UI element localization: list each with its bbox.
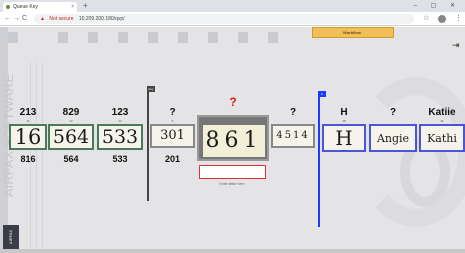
field-index: 48 (342, 119, 346, 123)
field-cell[interactable]: H 48 H (322, 107, 366, 167)
field-index: 13 (118, 119, 122, 123)
current-answer: ? (229, 95, 237, 109)
field-image[interactable]: 301 (150, 124, 195, 148)
browser-tab-bar: Queue Key × + – ▢ ✕ (0, 0, 465, 12)
header-strip (178, 32, 188, 43)
header-strip (238, 32, 248, 43)
field-cell[interactable]: ? Angie (369, 107, 417, 167)
field-bottom-value: 533 (112, 154, 128, 164)
workflow-label: Workflow (343, 30, 361, 35)
header-strip (208, 32, 218, 43)
back-icon[interactable]: ← (4, 14, 11, 24)
field-cell[interactable]: ? 5 301 201 (150, 107, 195, 167)
field-image[interactable]: H (322, 124, 366, 152)
field-bottom-value: 816 (20, 154, 36, 164)
answer-input[interactable] (199, 165, 266, 179)
right-divider-tag: A (318, 91, 326, 97)
field-top-value: 213 (19, 107, 37, 118)
profile-avatar[interactable] (438, 15, 446, 23)
field-cell[interactable]: 123 13 533 533 (97, 107, 143, 167)
warning-icon: ▲ (40, 16, 45, 22)
browser-toolbar: ← → C ▲ Not secure 10.209.200.180/qvp/ ☆… (0, 12, 465, 26)
field-index: 12 (69, 119, 73, 123)
new-tab-button[interactable]: + (83, 0, 88, 12)
field-index: 41 (440, 119, 444, 123)
handwriting: 861 (205, 128, 263, 153)
field-top-value: 829 (62, 107, 80, 118)
field-cell[interactable]: Katiie 41 Kathi (419, 107, 465, 167)
app-canvas: Workflow ⇥ AIRFAX SOFTWARE AIRFAX 213 11… (0, 27, 465, 249)
exit-icon[interactable]: ⇥ (452, 40, 460, 51)
field-top-value: Katiie (428, 107, 456, 118)
field-index: 5 (171, 119, 174, 123)
header-strip (118, 32, 128, 43)
field-image[interactable]: 861 (197, 115, 269, 161)
browser-menu-icon[interactable]: ⋮ (455, 14, 462, 24)
field-image[interactable]: 533 (97, 124, 143, 150)
field-top-value: H (340, 107, 348, 118)
handwriting: 564 (52, 126, 90, 148)
handwriting: Angie (376, 132, 410, 145)
reload-icon[interactable]: C (22, 14, 27, 24)
bookmark-star-icon[interactable]: ☆ (423, 14, 429, 24)
right-divider[interactable] (318, 95, 320, 227)
field-top-value: ? (169, 107, 176, 118)
header-strip (58, 32, 68, 43)
field-image[interactable]: 564 (48, 124, 94, 150)
field-image[interactable]: Kathi (419, 124, 465, 152)
address-bar[interactable]: ▲ Not secure 10.209.200.180/qvp/ (34, 14, 414, 24)
url-text: 10.209.200.180/qvp/ (78, 16, 125, 22)
field-bottom-value: 201 (164, 154, 181, 164)
handwriting: 16 (14, 125, 42, 149)
handwriting: 4514 (276, 130, 310, 141)
field-top-value: ? (289, 107, 297, 118)
tab-title: Queue Key (13, 4, 39, 10)
browser-tab[interactable]: Queue Key × (3, 2, 77, 12)
window-controls[interactable]: – ▢ ✕ (414, 0, 461, 12)
handwriting: Kathi (427, 132, 457, 145)
corner-logo: AIRFAX (3, 225, 19, 249)
handwriting: 301 (160, 128, 185, 143)
tab-close-icon[interactable]: × (71, 2, 74, 12)
field-cell[interactable]: 829 12 564 564 (48, 107, 94, 167)
header-strip (8, 32, 18, 43)
favicon-icon (6, 5, 10, 9)
field-index: 11 (26, 119, 30, 123)
field-image[interactable]: 4514 (271, 124, 315, 148)
workflow-tab[interactable]: Workflow (312, 27, 394, 38)
not-secure-label: Not secure (49, 16, 74, 22)
handwriting: H (335, 126, 353, 150)
forward-icon[interactable]: → (13, 14, 20, 24)
field-image[interactable]: Angie (369, 124, 417, 152)
field-cell[interactable]: 213 11 16 816 (9, 107, 47, 167)
left-divider-tag: key (147, 86, 155, 92)
header-strip (268, 32, 278, 43)
image-paper: 861 (203, 125, 265, 157)
header-strip (148, 32, 158, 43)
answer-hint: Enter letter here (219, 182, 245, 186)
handwriting: 533 (101, 126, 139, 148)
field-top-value: 123 (111, 107, 129, 118)
field-bottom-value: 564 (63, 154, 79, 164)
left-divider[interactable] (147, 89, 149, 201)
current-field[interactable]: ? 861 (197, 95, 269, 165)
field-cell[interactable]: ? 4514 (271, 107, 315, 167)
field-top-value: ? (389, 107, 397, 118)
status-bar (0, 249, 465, 253)
field-image[interactable]: 16 (9, 124, 47, 150)
header-strip (88, 32, 98, 43)
